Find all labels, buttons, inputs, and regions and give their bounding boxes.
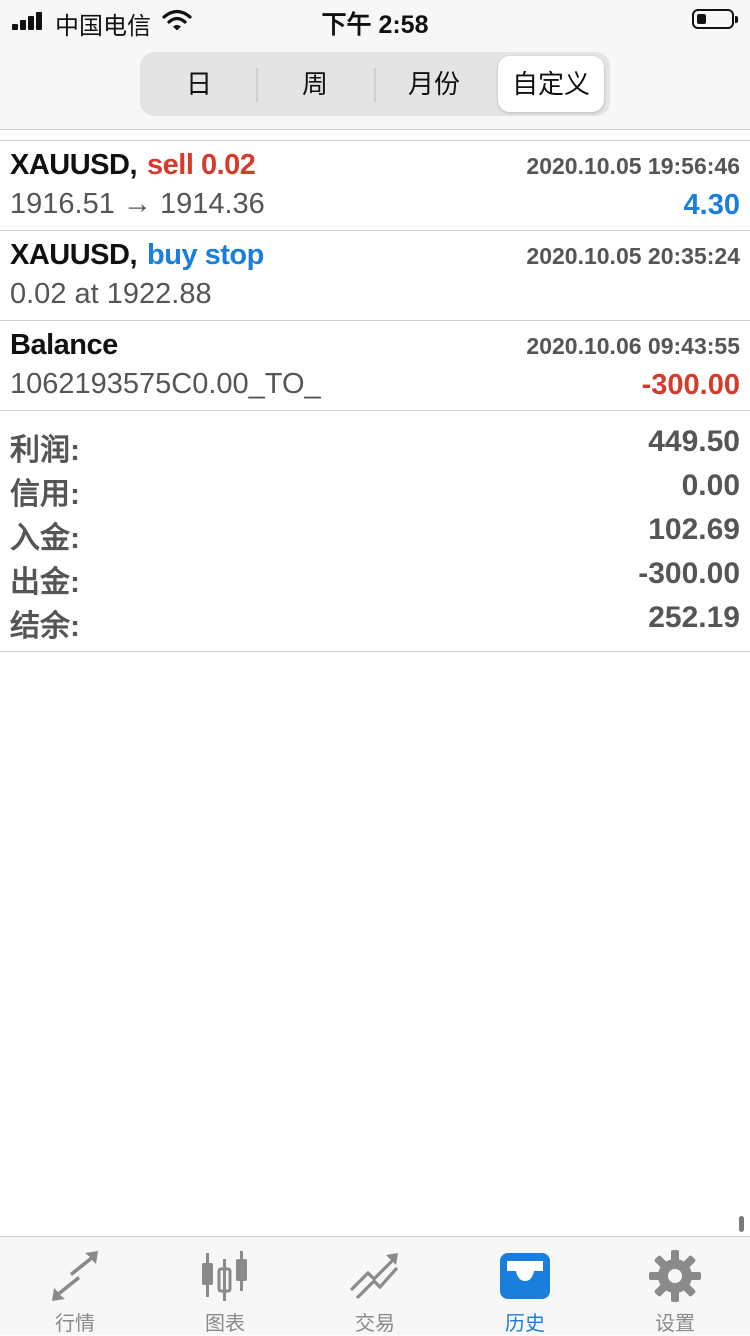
- history-row[interactable]: Balance 2020.10.06 09:43:55 1062193575C0…: [0, 321, 750, 411]
- row-detail: 1916.51 → 1914.36: [10, 188, 265, 220]
- summary-value: 252.19: [648, 601, 740, 634]
- tab-label: 历史: [505, 1313, 545, 1335]
- row-symbol: XAUUSD,: [10, 149, 138, 181]
- account-summary: 利润: 449.50 信用: 0.00 入金: 102.69 出金: -300.…: [0, 411, 750, 652]
- history-row[interactable]: XAUUSD, buy stop 2020.10.05 20:35:24 0.02…: [0, 231, 750, 321]
- quotes-arrows-icon: [52, 1251, 98, 1301]
- history-row[interactable]: XAUUSD, sell 0.02 2020.10.05 19:56:46 191…: [0, 141, 750, 231]
- row-action: sell 0.02: [147, 149, 256, 181]
- summary-value: 102.69: [648, 513, 740, 546]
- tab-charts[interactable]: 图表: [150, 1237, 300, 1335]
- row-date: 2020.10.05 20:35:24: [526, 243, 740, 269]
- summary-value: -300.00: [638, 557, 740, 590]
- row-symbol: XAUUSD,: [10, 239, 138, 271]
- history-header: 日 周 月份 自定义: [0, 40, 750, 130]
- row-profit: -300.00: [641, 369, 740, 401]
- tab-quotes[interactable]: 行情: [0, 1237, 150, 1335]
- segment-week[interactable]: 周: [258, 56, 372, 112]
- tab-label: 行情: [55, 1313, 95, 1335]
- summary-label: 结余:: [10, 610, 80, 643]
- summary-credit: 信用: 0.00: [0, 469, 750, 513]
- bottom-tab-bar: 行情 图表 交易 历史 设置: [0, 1236, 750, 1335]
- status-bar: 中国电信 下午 2:58: [0, 0, 750, 40]
- row-symbol: Balance: [10, 329, 118, 361]
- row-date: 2020.10.05 19:56:46: [526, 153, 740, 179]
- row-title: XAUUSD, buy stop: [10, 239, 264, 272]
- row-profit: 4.30: [683, 189, 740, 221]
- summary-label: 利润:: [10, 434, 80, 467]
- candlestick-chart-icon: [202, 1251, 247, 1301]
- tab-history[interactable]: 历史: [450, 1237, 600, 1335]
- tab-settings[interactable]: 设置: [600, 1237, 750, 1335]
- tab-label: 图表: [205, 1313, 245, 1335]
- summary-deposit: 入金: 102.69: [0, 513, 750, 557]
- summary-label: 入金:: [10, 522, 80, 555]
- summary-profit: 利润: 449.50: [0, 425, 750, 469]
- history-list: XAUUSD, sell 0.02 2020.10.05 19:56:46 191…: [0, 140, 750, 411]
- gear-icon: [649, 1250, 701, 1302]
- summary-value: 0.00: [681, 469, 740, 502]
- segment-day[interactable]: 日: [144, 56, 254, 112]
- summary-withdrawal: 出金: -300.00: [0, 557, 750, 601]
- segment-month[interactable]: 月份: [376, 56, 492, 112]
- tab-label: 设置: [655, 1313, 695, 1335]
- tab-trade[interactable]: 交易: [300, 1237, 450, 1335]
- row-detail: 0.02 at 1922.88: [10, 278, 212, 310]
- summary-label: 信用:: [10, 478, 80, 511]
- segment-custom[interactable]: 自定义: [498, 56, 604, 112]
- row-date: 2020.10.06 09:43:55: [526, 333, 740, 359]
- history-inbox-icon: [500, 1253, 550, 1299]
- tab-label: 交易: [355, 1313, 395, 1335]
- row-title: XAUUSD, sell 0.02: [10, 149, 256, 182]
- scroll-indicator[interactable]: [739, 1216, 744, 1232]
- period-segmented-control: 日 周 月份 自定义: [140, 52, 610, 116]
- row-detail: 1062193575C0.00_TO_: [10, 368, 321, 400]
- battery-icon: [692, 9, 738, 29]
- row-action: buy stop: [147, 239, 264, 271]
- status-time: 下午 2:58: [321, 11, 429, 39]
- summary-balance: 结余: 252.19: [0, 601, 750, 645]
- summary-label: 出金:: [10, 566, 80, 599]
- trade-trend-icon: [350, 1253, 398, 1299]
- summary-value: 449.50: [648, 425, 740, 458]
- row-title: Balance: [10, 329, 118, 362]
